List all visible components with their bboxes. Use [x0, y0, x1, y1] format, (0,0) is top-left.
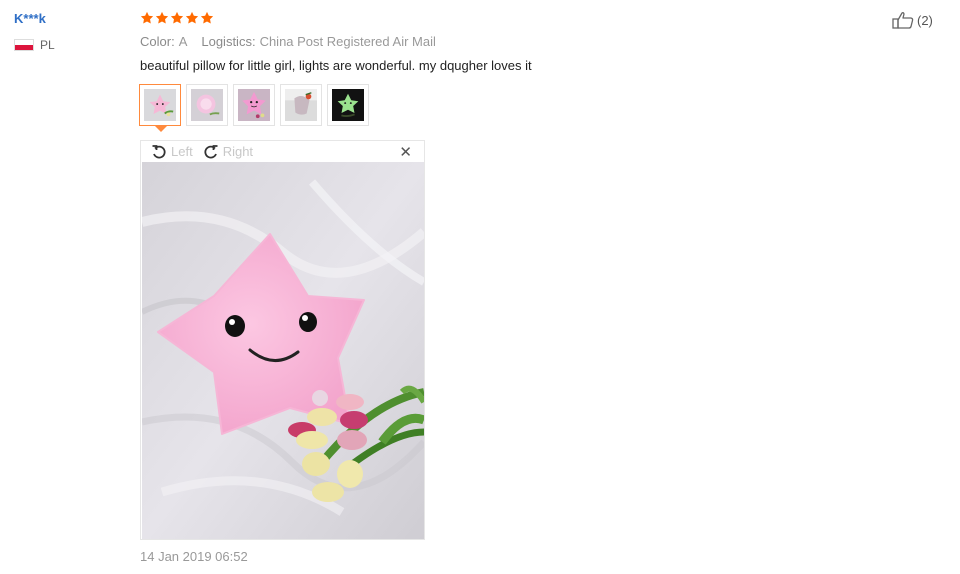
thumbnail-photo-2[interactable] — [186, 84, 228, 126]
thumbnail-photo-1[interactable] — [139, 84, 181, 126]
selected-thumbnail-pointer — [155, 126, 167, 132]
review-photo — [142, 162, 424, 539]
pillow-on-table-thumbnail — [285, 89, 317, 121]
photo-viewer: Left Right ✕ — [140, 140, 425, 540]
star-icon — [185, 11, 199, 24]
thumbnail-photo-5[interactable] — [327, 84, 369, 126]
thumbnail-photo-4[interactable] — [280, 84, 322, 126]
green-glow-star-thumbnail — [332, 89, 364, 121]
star-icon — [140, 11, 154, 24]
rotate-left-button[interactable]: Left — [151, 144, 193, 160]
pink-star-pillow-thumbnail — [144, 89, 176, 121]
star-icon — [170, 11, 184, 24]
viewer-toolbar: Left Right ✕ — [141, 141, 424, 162]
helpful-button[interactable]: (2) — [892, 11, 933, 29]
review-user-name[interactable]: K***k — [14, 11, 46, 26]
review-country: PL — [14, 38, 55, 52]
pink-glow-thumbnail — [191, 89, 223, 121]
review-date: 14 Jan 2019 06:52 — [140, 549, 248, 564]
color-label: Color: — [140, 34, 175, 49]
rotate-left-label: Left — [171, 144, 193, 159]
helpful-count: (2) — [917, 12, 933, 28]
poland-flag-icon — [14, 39, 34, 51]
review-text: beautiful pillow for little girl, lights… — [140, 58, 532, 73]
close-icon[interactable]: ✕ — [399, 143, 412, 161]
logistics-value: China Post Registered Air Mail — [259, 34, 436, 49]
pink-star-pillow-photo — [142, 162, 424, 539]
logistics-label: Logistics: — [201, 34, 256, 49]
star-rating — [140, 11, 214, 25]
rotate-right-button[interactable]: Right — [203, 144, 253, 160]
star-icon — [155, 11, 169, 24]
country-code: PL — [40, 38, 55, 52]
color-value: A — [178, 34, 188, 49]
thumbs-up-icon — [892, 12, 914, 29]
rotate-left-icon — [152, 144, 166, 158]
rotate-right-icon — [204, 144, 218, 158]
rotate-right-label: Right — [222, 144, 254, 159]
review-attributes: Color: A Logistics: China Post Registered A… — [140, 34, 436, 49]
thumbnail-photo-3[interactable] — [233, 84, 275, 126]
photo-thumbnails — [139, 84, 369, 126]
star-icon — [200, 11, 214, 24]
pink-star-close-up-thumbnail — [238, 89, 270, 121]
